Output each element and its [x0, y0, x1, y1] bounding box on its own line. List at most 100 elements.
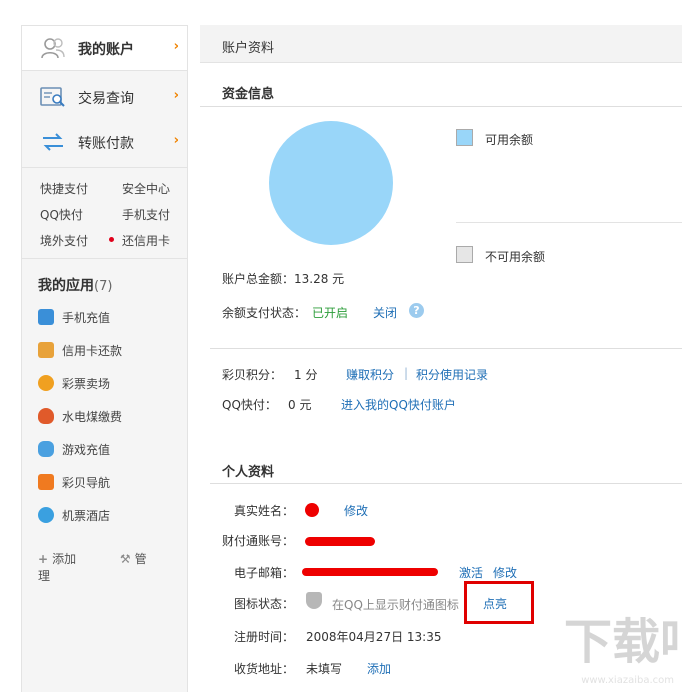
- profile-section-title: 个人资料: [222, 465, 275, 480]
- svg-text:下载吧: 下载吧: [564, 614, 678, 670]
- balance-pay-status-label: 余额支付状态：: [222, 306, 307, 320]
- add-app-label: 添加: [52, 552, 77, 566]
- main-panel: 账户资料 资金信息 可用余额 不可用余额 账户总金额：13.28 元 余额支付状…: [200, 25, 682, 692]
- enter-qq-pay-account-link[interactable]: 进入我的QQ快付账户: [341, 396, 456, 413]
- transfer-icon: [43, 133, 63, 151]
- app-label: 游戏充值: [62, 442, 111, 457]
- divider: [22, 258, 187, 259]
- shipping-address-value: 未填写: [306, 662, 343, 676]
- app-game-recharge[interactable]: 游戏充值: [38, 440, 110, 458]
- chevron-right-icon: ›: [173, 133, 179, 148]
- quick-link-security-center[interactable]: 安全中心: [122, 180, 170, 197]
- real-name-label: 真实姓名：: [234, 504, 295, 518]
- earn-points-link[interactable]: 赚取积分: [346, 366, 394, 383]
- quick-link-overseas-pay[interactable]: 境外支付: [40, 232, 88, 249]
- watermark-url: www.xiazaiba.com: [581, 675, 674, 686]
- credit-card-icon: [38, 342, 54, 358]
- flight-hotel-icon: [38, 507, 54, 523]
- total-amount: 账户总金额：13.28 元: [222, 270, 344, 287]
- add-app-button[interactable]: + 添加: [38, 552, 96, 566]
- app-credit-card-repay[interactable]: 信用卡还款: [38, 341, 122, 359]
- edit-real-name-link[interactable]: 修改: [344, 502, 368, 519]
- gamepad-icon: [38, 441, 54, 457]
- help-icon[interactable]: ?: [409, 303, 424, 318]
- utility-flame-icon: [38, 408, 54, 424]
- caibei-points-label: 彩贝积分：: [222, 368, 283, 382]
- redaction-mark: [302, 568, 438, 576]
- apps-count: (7): [94, 279, 113, 294]
- divider: [22, 167, 187, 168]
- caibei-nav-icon: [38, 474, 54, 490]
- total-amount-label: 账户总金额：: [222, 272, 295, 286]
- activate-email-link[interactable]: 激活: [459, 564, 483, 581]
- divider: [210, 483, 682, 484]
- search-list-icon: [40, 87, 65, 107]
- funds-section-title: 资金信息: [222, 87, 275, 102]
- page-title: 账户资料: [222, 41, 275, 56]
- watermark-logo: 下载吧: [564, 614, 682, 670]
- legend-unavailable-label: 不可用余额: [485, 250, 546, 264]
- app-lottery[interactable]: 彩票卖场: [38, 374, 110, 392]
- nav-transaction-query-label: 交易查询: [78, 91, 134, 107]
- nav-transfer-payment-label: 转账付款: [78, 136, 134, 152]
- phone-recharge-icon: [38, 309, 54, 325]
- wrench-icon: ⚒: [119, 552, 131, 566]
- points-usage-record-link[interactable]: 积分使用记录: [416, 366, 488, 383]
- lottery-icon: [38, 375, 54, 391]
- chevron-right-icon: ›: [173, 88, 179, 103]
- app-phone-recharge[interactable]: 手机充值: [38, 308, 110, 326]
- light-up-icon-link[interactable]: 点亮: [483, 595, 507, 612]
- divider: [22, 70, 187, 71]
- quick-link-mobile-pay[interactable]: 手机支付: [122, 206, 170, 223]
- apps-title-label: 我的应用: [38, 278, 94, 294]
- nav-my-account[interactable]: 我的账户 ›: [22, 26, 187, 70]
- divider: [456, 222, 682, 223]
- user-icon: [41, 38, 65, 59]
- app-caibei-nav[interactable]: 彩贝导航: [38, 473, 110, 491]
- edit-email-link[interactable]: 修改: [493, 564, 517, 581]
- watermark: 下载吧 www.xiazaiba.com: [560, 608, 682, 688]
- quick-link-repay-credit-card[interactable]: 还信用卡: [122, 232, 170, 249]
- sidebar: 我的账户 › 交易查询 › 转账付款 › 快捷支付 安全中心 QQ快付 手机支付…: [21, 25, 188, 692]
- app-label: 手机充值: [62, 310, 111, 325]
- apps-title: 我的应用(7): [38, 275, 112, 295]
- balance-pay-status-value: 已开启: [312, 306, 349, 320]
- legend-swatch-available: [456, 129, 473, 146]
- legend-available-label: 可用余额: [485, 133, 534, 147]
- shield-icon: [306, 592, 322, 609]
- divider: [200, 106, 682, 107]
- qq-pay-value: 0 元: [288, 398, 312, 412]
- add-address-link[interactable]: 添加: [367, 660, 391, 677]
- link-divider: |: [404, 366, 409, 380]
- disable-balance-pay-link[interactable]: 关闭: [373, 304, 397, 321]
- redaction-mark: [305, 503, 319, 517]
- page-header: 账户资料: [200, 25, 682, 63]
- app-label: 彩贝导航: [62, 475, 111, 490]
- app-flight-hotel[interactable]: 机票酒店: [38, 506, 110, 524]
- app-utilities[interactable]: 水电煤缴费: [38, 407, 122, 425]
- app-label: 信用卡还款: [62, 343, 123, 358]
- balance-pie-chart: [269, 121, 393, 245]
- new-badge-dot: [109, 237, 114, 242]
- app-label: 水电煤缴费: [62, 409, 123, 424]
- shipping-address-label: 收货地址：: [234, 662, 295, 676]
- total-amount-value: 13.28 元: [294, 272, 345, 286]
- quick-link-express-pay[interactable]: 快捷支付: [40, 180, 88, 197]
- app-label: 机票酒店: [62, 508, 111, 523]
- legend-swatch-unavailable: [456, 246, 473, 263]
- caibei-points-value: 1 分: [294, 368, 318, 382]
- quick-link-qq-pay[interactable]: QQ快付: [40, 206, 83, 223]
- nav-transfer-payment[interactable]: 转账付款 ›: [22, 120, 187, 164]
- icon-status-label: 图标状态：: [234, 597, 295, 611]
- nav-transaction-query[interactable]: 交易查询 ›: [22, 75, 187, 119]
- registration-time-value: 2008年04月27日 13:35: [306, 630, 442, 644]
- divider: [210, 348, 682, 349]
- nav-my-account-label: 我的账户: [78, 42, 134, 58]
- plus-icon: +: [38, 552, 49, 566]
- redaction-mark: [305, 537, 375, 546]
- sidebar-footer: + 添加 ⚒ 管理: [38, 550, 187, 584]
- registration-time-label: 注册时间：: [234, 630, 295, 644]
- app-label: 彩票卖场: [62, 376, 111, 391]
- icon-status-text: 在QQ上显示财付通图标: [332, 598, 459, 612]
- email-label: 电子邮箱：: [234, 566, 295, 580]
